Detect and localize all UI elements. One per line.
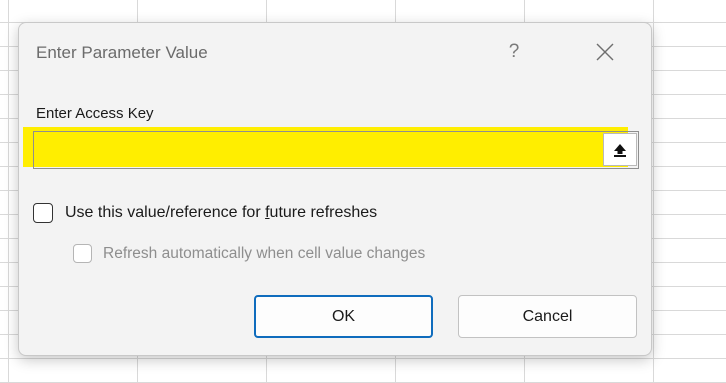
- use-value-checkbox-label[interactable]: Use this value/reference for future refr…: [65, 204, 377, 222]
- help-button[interactable]: ?: [497, 35, 531, 69]
- auto-refresh-checkbox-label: Refresh automatically when cell value ch…: [103, 244, 426, 262]
- auto-refresh-checkbox-row: Refresh automatically when cell value ch…: [73, 244, 425, 263]
- ok-button[interactable]: OK: [254, 295, 433, 338]
- close-icon: [596, 43, 614, 61]
- auto-refresh-checkbox: [73, 244, 92, 263]
- access-key-input[interactable]: [33, 131, 639, 169]
- access-key-field-wrapper: [23, 127, 639, 171]
- collapse-dialog-icon: [614, 143, 626, 157]
- cancel-button[interactable]: Cancel: [458, 295, 637, 338]
- use-value-checkbox-row[interactable]: Use this value/reference for future refr…: [33, 203, 377, 223]
- close-button[interactable]: [585, 35, 625, 69]
- collapse-dialog-button[interactable]: [603, 133, 637, 166]
- access-key-label: Enter Access Key: [36, 105, 154, 122]
- use-value-checkbox[interactable]: [33, 203, 53, 223]
- parameter-dialog: Enter Parameter Value ? Enter Access Key…: [18, 22, 652, 356]
- dialog-title: Enter Parameter Value: [36, 43, 208, 62]
